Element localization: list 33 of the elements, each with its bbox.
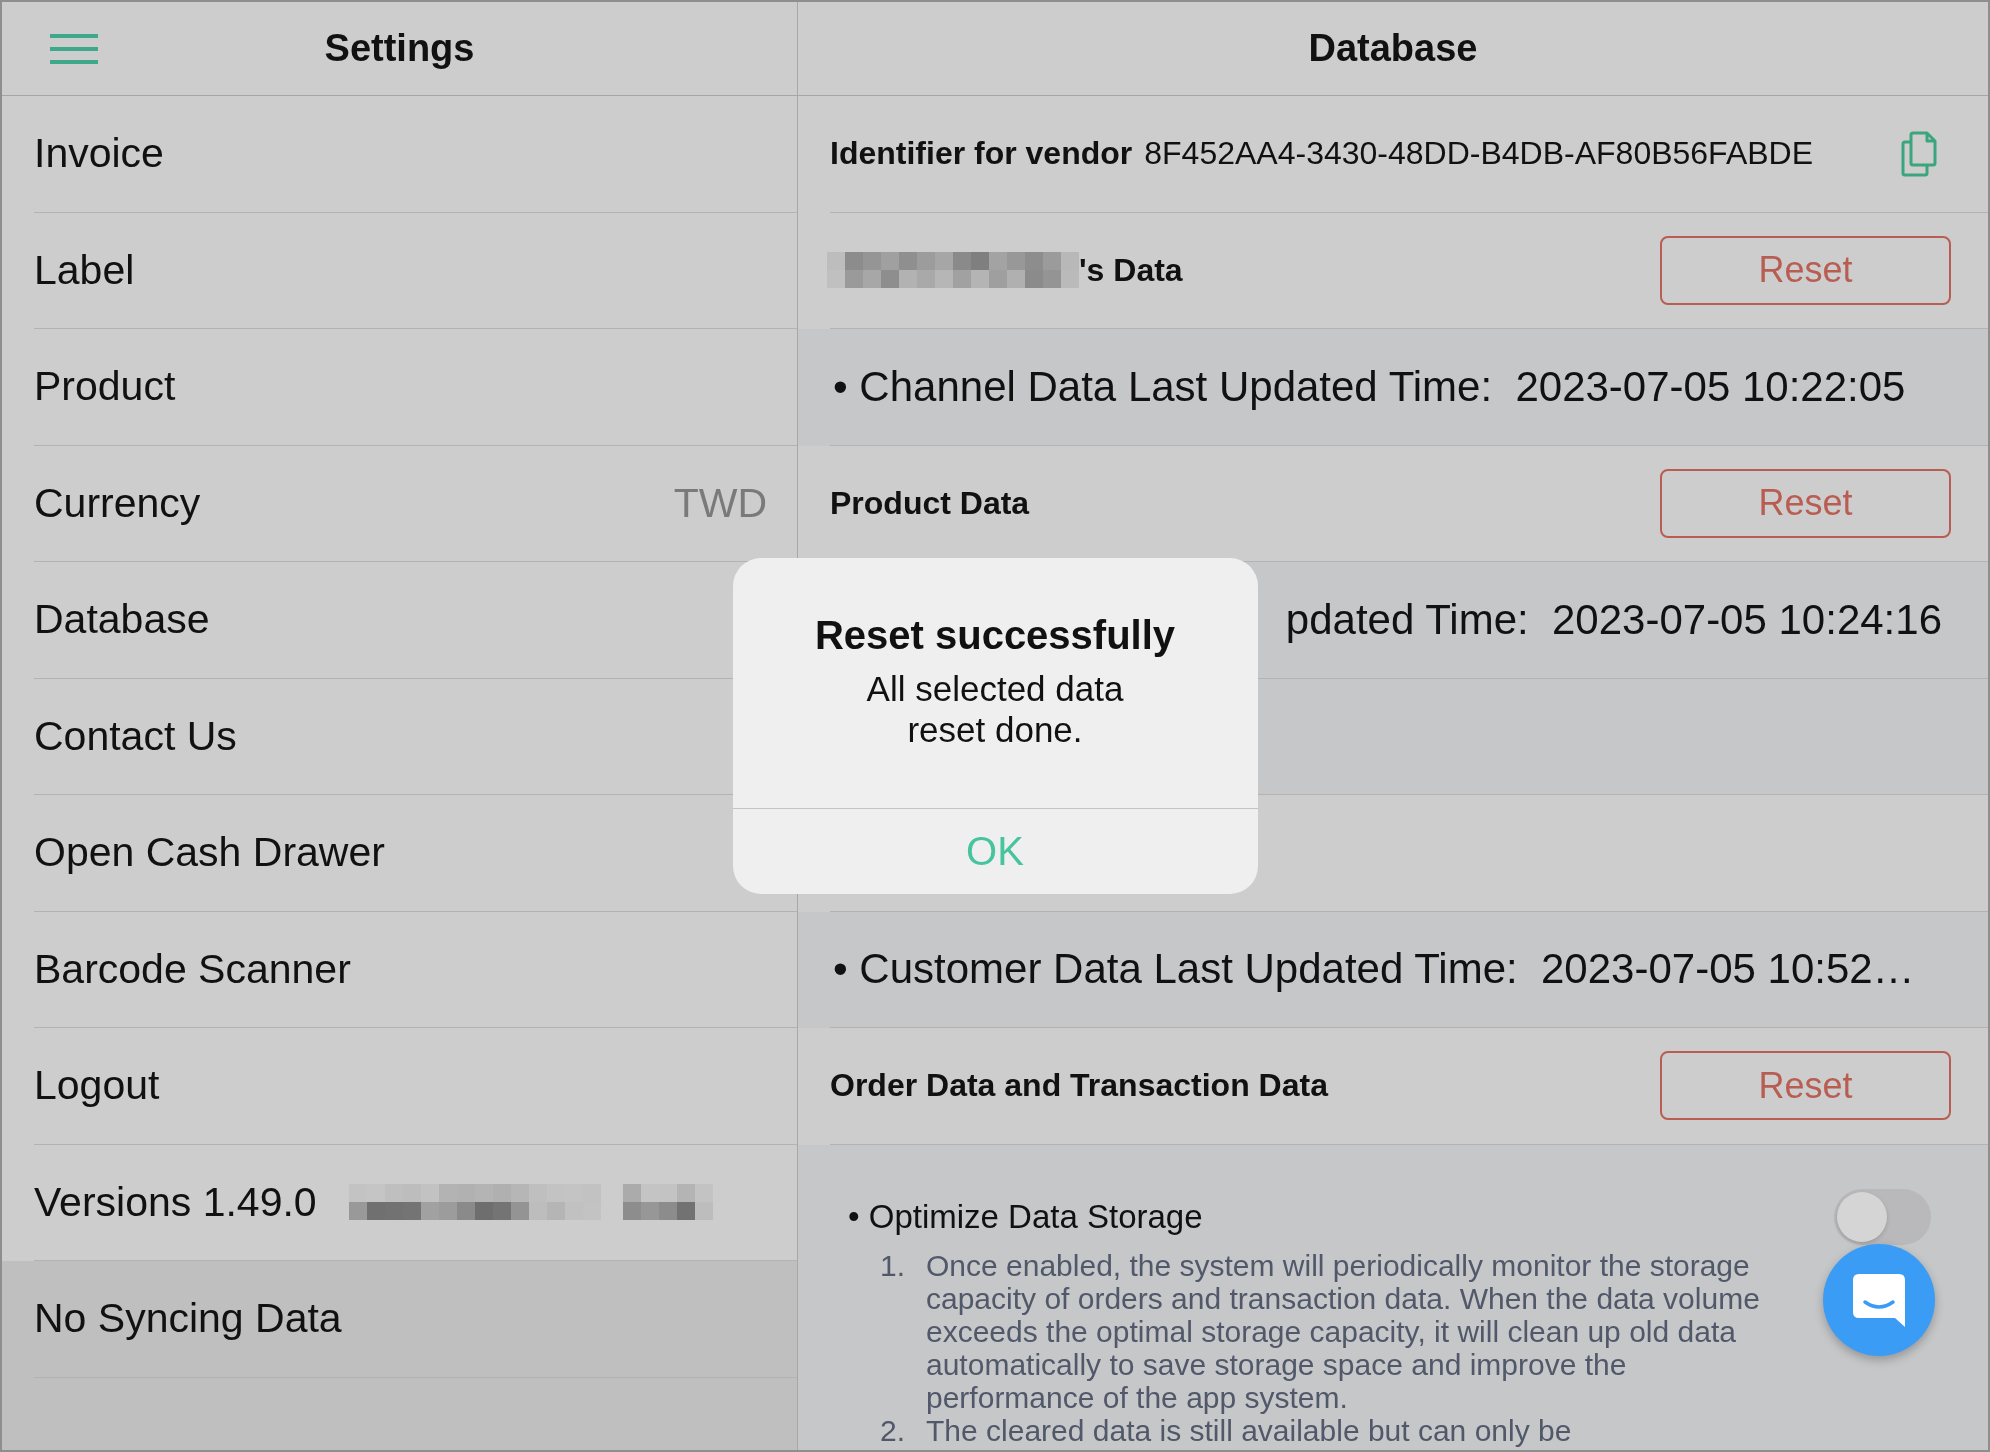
- updated-time-text: pdated Time: 2023-07-05 10:24:16: [1285, 595, 1942, 644]
- section-label: Product Data: [830, 484, 1030, 522]
- item-value: TWD: [673, 479, 767, 527]
- updated-time-text: • Channel Data Last Updated Time: 2023-07-05 10:22:05: [833, 362, 1906, 411]
- option-label: • Optimize Data Storage: [848, 1197, 1203, 1236]
- identifier-value: 8F452AA4-3430-48DD-B4DB-AF80B56FABDE: [1144, 135, 1814, 173]
- copy-icon[interactable]: [1901, 130, 1937, 177]
- sidebar-item[interactable]: Database: [34, 596, 210, 644]
- sidebar-item[interactable]: Label: [34, 246, 135, 294]
- sync-status: No Syncing Data: [34, 1295, 342, 1343]
- dialog-title: Reset successfully: [813, 612, 1177, 658]
- list-number: 1.: [880, 1248, 907, 1284]
- section-label: Order Data and Transaction Data: [830, 1067, 1328, 1105]
- sidebar-item[interactable]: Logout: [34, 1062, 160, 1110]
- sidebar-item[interactable]: Contact Us: [34, 712, 237, 760]
- sidebar-item[interactable]: Currency: [34, 479, 201, 527]
- menu-icon[interactable]: [50, 33, 98, 64]
- chat-bubble-icon: [1851, 1272, 1907, 1328]
- note-text: Once enabled, the system will periodically monitor the storage capacity of orders and transaction data. When the data volume exceeds the optimal storage capacity, it will clean up old data automatically to save storage space and improve the performance of the app system.: [926, 1248, 1761, 1414]
- identifier-label: Identifier for vendor: [830, 135, 1133, 173]
- toggle-switch[interactable]: [1834, 1188, 1931, 1245]
- list-number: 2.: [880, 1413, 907, 1447]
- updated-time-text: • Customer Data Last Updated Time: 2023-07-05 10:52…: [833, 945, 1915, 994]
- panel-title: Database: [1308, 27, 1478, 70]
- sidebar-item[interactable]: Barcode Scanner: [34, 945, 351, 993]
- sidebar-item[interactable]: Product: [34, 363, 176, 411]
- sidebar-item[interactable]: Open Cash Drawer: [34, 829, 385, 877]
- note-text: The cleared data is still available but can only be: [926, 1413, 1573, 1447]
- section-label: 's Data: [1079, 251, 1183, 289]
- sidebar-item[interactable]: Invoice: [34, 130, 164, 178]
- dialog-message: All selected data reset done.: [865, 668, 1125, 750]
- panel-title: Settings: [324, 27, 475, 70]
- sidebar-item[interactable]: Versions 1.49.0: [34, 1178, 317, 1226]
